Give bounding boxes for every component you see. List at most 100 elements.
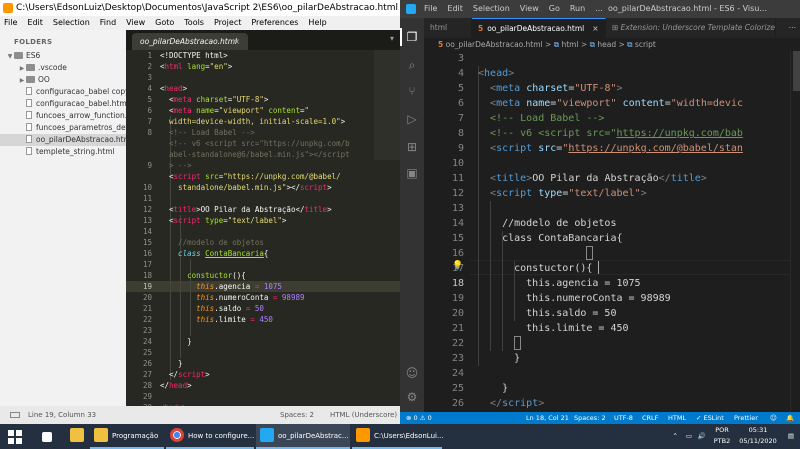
taskbar-item-chrome[interactable]: How to configure... bbox=[166, 424, 254, 449]
remote-explorer-icon[interactable]: ▣ bbox=[405, 166, 419, 180]
taskbar-explorer-button[interactable] bbox=[64, 424, 90, 449]
cursor-position[interactable]: Ln 18, Col 21 bbox=[526, 412, 569, 424]
lightbulb-icon[interactable]: 💡 bbox=[452, 261, 463, 271]
line-number: 13 bbox=[451, 203, 464, 214]
clock[interactable]: 05:31 05/11/2020 bbox=[736, 425, 780, 447]
vertical-scrollbar[interactable] bbox=[790, 51, 800, 412]
menu-preferences[interactable]: Preferences bbox=[251, 16, 298, 30]
tab-oo-pilar[interactable]: oo_pilarDeAbstracao.html × bbox=[132, 33, 248, 50]
menu-find[interactable]: Find bbox=[100, 16, 116, 30]
breadcrumb-html[interactable]: html bbox=[561, 40, 578, 49]
sidebar-file[interactable]: templete_string.html bbox=[0, 146, 126, 158]
sublime-menu-bar: File Edit Selection Find View Goto Tools… bbox=[0, 16, 400, 30]
file-icon bbox=[26, 111, 32, 119]
menu-selection[interactable]: Selection bbox=[53, 16, 90, 30]
sidebar-item-vscode[interactable]: ▶ .vscode bbox=[0, 62, 126, 74]
menu-selection[interactable]: Selection bbox=[473, 0, 510, 18]
activity-bar: ❐ ⌕ ⑂ ▷ ⊞ ▣ ☺ ⚙ bbox=[400, 18, 424, 412]
feedback-icon[interactable]: ☺ bbox=[770, 412, 777, 424]
tab-extension[interactable]: ⊞ Extension: Underscore Template Coloriz… bbox=[606, 18, 776, 38]
notifications-icon[interactable]: ▤ bbox=[788, 431, 794, 442]
line-number: 9 bbox=[147, 161, 152, 170]
network-icon[interactable]: ▭ bbox=[686, 431, 692, 442]
menu-view[interactable]: View bbox=[126, 16, 145, 30]
sidebar-file[interactable]: configuracao_babel copy.html bbox=[0, 86, 126, 98]
line-number: 6 bbox=[457, 98, 464, 109]
sublime-editor[interactable]: 1 2 3 4 5 6 7 8 9 10 11 12 13 14 15 16 17 18 19 20 21 22 23 24 2… bbox=[126, 50, 400, 406]
html5-icon: 5 bbox=[478, 24, 484, 33]
vscode-editor[interactable]: 3 4 5 6 7 8 9 10 11 12 13 14 15 16 17 18 19 20 21 22 23 24 25 2… bbox=[424, 51, 800, 412]
menu-more[interactable]: ... bbox=[595, 0, 603, 18]
menu-run[interactable]: Run bbox=[570, 0, 585, 18]
language-status[interactable]: HTML bbox=[668, 412, 686, 424]
line-number: 7 bbox=[147, 117, 152, 126]
sidebar-item-label: OO bbox=[38, 75, 50, 84]
source-control-icon[interactable]: ⑂ bbox=[405, 84, 419, 98]
line-number: 13 bbox=[142, 216, 152, 225]
line-number: 22 bbox=[142, 315, 152, 324]
search-icon[interactable]: ⌕ bbox=[405, 58, 419, 72]
line-number: 9 bbox=[457, 143, 464, 154]
account-icon[interactable]: ☺ bbox=[405, 366, 419, 380]
eslint-status[interactable]: ✓ ESLint bbox=[696, 412, 724, 424]
tab-oo-pilar[interactable]: 5 oo_pilarDeAbstracao.html × bbox=[472, 18, 606, 38]
menu-edit[interactable]: Edit bbox=[27, 16, 43, 30]
gear-icon[interactable]: ⚙ bbox=[405, 390, 419, 404]
taskbar-item-vscode[interactable]: oo_pilarDeAbstrac... bbox=[256, 424, 350, 449]
menu-tools[interactable]: Tools bbox=[184, 16, 204, 30]
close-icon[interactable]: × bbox=[592, 24, 598, 33]
explorer-icon[interactable]: ❐ bbox=[405, 30, 419, 44]
menu-file[interactable]: File bbox=[424, 0, 437, 18]
taskbar-item-programacao[interactable]: Programação bbox=[90, 424, 164, 449]
breadcrumb-script[interactable]: script bbox=[635, 40, 656, 49]
taskbar-item-sublime[interactable]: C:\Users\EdsonLui... bbox=[352, 424, 444, 449]
indentation-status[interactable]: Spaces: 2 bbox=[280, 406, 314, 424]
menu-file[interactable]: File bbox=[4, 16, 17, 30]
indentation-status[interactable]: Spaces: 2 bbox=[574, 412, 606, 424]
tag-icon: ⧉ bbox=[627, 40, 633, 49]
sidebar-file[interactable]: funcoes_arrow_function.html bbox=[0, 110, 126, 122]
language-indicator[interactable]: POR PTB2 bbox=[710, 425, 734, 447]
more-actions-icon[interactable]: ⋯ bbox=[789, 18, 797, 38]
menu-edit[interactable]: Edit bbox=[447, 0, 463, 18]
eol-status[interactable]: CRLF bbox=[642, 412, 658, 424]
sublime-status-bar: Line 19, Column 33 Spaces: 2 HTML (Under… bbox=[0, 406, 400, 424]
panel-toggle-icon[interactable] bbox=[10, 412, 20, 418]
sidebar-item-label: configuracao_babel.html bbox=[36, 99, 126, 108]
problems-status[interactable]: ⊗ 0 ⚠ 0 bbox=[406, 412, 432, 424]
close-icon[interactable]: × bbox=[234, 33, 240, 50]
tray-chevron-icon[interactable]: ⌃ bbox=[673, 431, 678, 442]
syntax-status[interactable]: HTML (Underscore) bbox=[330, 406, 397, 424]
windows-start-icon[interactable] bbox=[8, 430, 22, 444]
sidebar-file-selected[interactable]: oo_pilarDeAbstracao.html bbox=[0, 134, 126, 146]
sidebar-item-es6[interactable]: ▼ ES6 bbox=[0, 50, 126, 62]
sidebar-item-label: oo_pilarDeAbstracao.html bbox=[36, 135, 126, 144]
line-number: 19 bbox=[142, 282, 152, 291]
sidebar-item-oo[interactable]: ▶ OO bbox=[0, 74, 126, 86]
prettier-status[interactable]: Prettier bbox=[734, 412, 758, 424]
sidebar-file[interactable]: configuracao_babel.html bbox=[0, 98, 126, 110]
extensions-icon[interactable]: ⊞ bbox=[405, 140, 419, 154]
task-view-button[interactable] bbox=[36, 424, 60, 449]
menu-goto[interactable]: Goto bbox=[155, 16, 174, 30]
sublime-icon bbox=[356, 428, 370, 442]
tab-dropdown-icon[interactable]: ▾ bbox=[390, 34, 394, 43]
menu-project[interactable]: Project bbox=[214, 16, 241, 30]
bell-icon[interactable]: 🔔 bbox=[786, 412, 794, 424]
encoding-status[interactable]: UTF-8 bbox=[614, 412, 633, 424]
menu-view[interactable]: View bbox=[520, 0, 539, 18]
tab-html-partial[interactable]: html bbox=[424, 18, 472, 38]
breadcrumb-head[interactable]: head bbox=[597, 40, 616, 49]
minimap[interactable] bbox=[374, 50, 400, 160]
menu-help[interactable]: Help bbox=[308, 16, 326, 30]
menu-go[interactable]: Go bbox=[549, 0, 560, 18]
sidebar-file[interactable]: funcoes_parametros_default.html bbox=[0, 122, 126, 134]
sidebar-header: FOLDERS bbox=[14, 38, 53, 46]
run-debug-icon[interactable]: ▷ bbox=[405, 112, 419, 126]
breadcrumb-file[interactable]: oo_pilarDeAbstracao.html bbox=[446, 40, 543, 49]
volume-icon[interactable]: 🔊 bbox=[698, 431, 706, 442]
line-number: 16 bbox=[451, 248, 464, 259]
vscode-gutter: 3 4 5 6 7 8 9 10 11 12 13 14 15 16 17 18 19 20 21 22 23 24 25 2… bbox=[424, 51, 470, 412]
line-number: 23 bbox=[142, 326, 152, 335]
vscode-code: <head> <meta charset="UTF-8"> <meta name… bbox=[478, 66, 743, 409]
